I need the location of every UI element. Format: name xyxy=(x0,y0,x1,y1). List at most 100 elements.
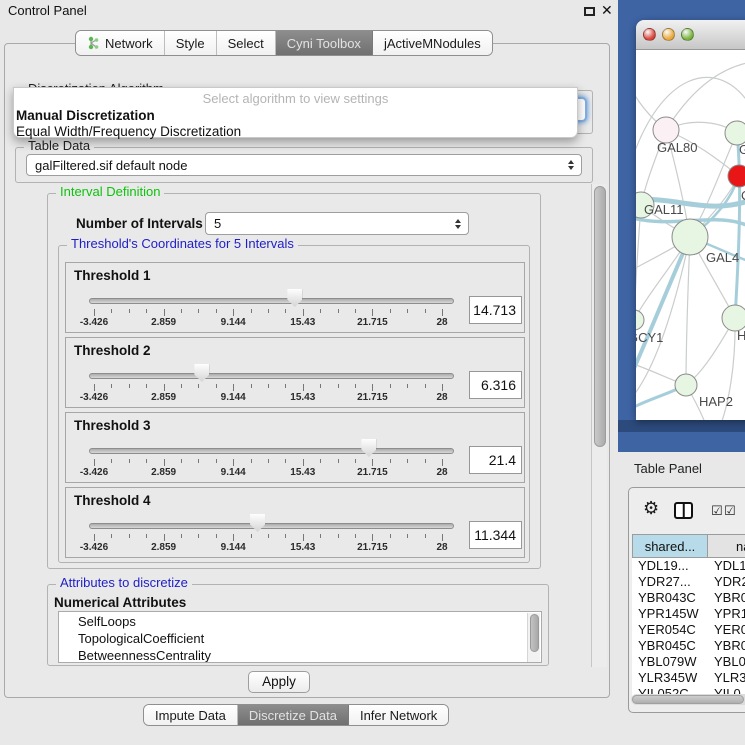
network-frame-shadow xyxy=(618,420,745,432)
list-item[interactable]: BetweennessCentrality xyxy=(78,648,211,663)
slider-tick xyxy=(372,459,373,466)
threshold-value-field[interactable]: 14.713 xyxy=(469,296,522,324)
column-header-name[interactable]: na xyxy=(708,534,745,558)
slider-tick xyxy=(303,384,304,391)
table-row[interactable]: YDR27...YDR2 xyxy=(632,574,745,590)
threshold-label: Threshold 2 xyxy=(74,343,151,358)
table-panel-title: Table Panel xyxy=(634,461,702,476)
slider-tick-label: 2.859 xyxy=(151,467,176,478)
table-row[interactable]: YPR145WYPR1 xyxy=(632,606,745,622)
network-canvas-area[interactable]: GAL80GACGAL11GAL4GCY1HHAP2 xyxy=(636,50,745,420)
gear-icon[interactable]: ⚙ xyxy=(643,499,659,517)
slider-tick xyxy=(129,309,130,313)
traffic-light-zoom-icon[interactable] xyxy=(681,28,694,41)
threshold-value-field[interactable]: 6.316 xyxy=(469,371,522,399)
slider-track[interactable] xyxy=(89,448,454,454)
slider-tick-label: -3.426 xyxy=(80,467,108,478)
cell-name: YBR0 xyxy=(708,590,745,606)
traffic-light-close-icon[interactable] xyxy=(643,28,656,41)
table-data-combo[interactable]: galFiltered.sif default node xyxy=(26,154,582,176)
num-intervals-combo[interactable]: 5 xyxy=(205,212,469,235)
table-row[interactable]: YLR345WYLR3 xyxy=(632,670,745,686)
slider-tick xyxy=(355,459,356,463)
checkbox-icon[interactable]: ☑ xyxy=(711,504,723,517)
threshold-box: Threshold 3-3.4262.8599.14415.4321.71528… xyxy=(65,412,525,483)
slider-thumb[interactable] xyxy=(287,289,302,307)
network-node-label: GAL4 xyxy=(706,250,739,265)
split-columns-icon[interactable] xyxy=(674,502,693,519)
network-node-gal4[interactable] xyxy=(672,219,708,255)
network-node-hap2[interactable] xyxy=(675,374,697,396)
slider-tick xyxy=(198,384,199,388)
list-item[interactable]: TopologicalCoefficient xyxy=(78,631,204,646)
slider-tick xyxy=(111,309,112,313)
network-edge xyxy=(686,237,690,385)
network-graph: GAL80GACGAL11GAL4GCY1HHAP2 xyxy=(636,50,745,420)
list-item[interactable]: SelfLoops xyxy=(78,614,136,629)
table-row[interactable]: YBR045CYBR0 xyxy=(632,638,745,654)
apply-button[interactable]: Apply xyxy=(248,671,310,693)
tab-cyni-toolbox[interactable]: Cyni Toolbox xyxy=(276,31,373,55)
slider-thumb[interactable] xyxy=(194,364,209,382)
group-title: Interval Definition xyxy=(56,185,164,199)
cell-shared-name: YBL079W xyxy=(632,654,708,670)
settings-scrollbar[interactable] xyxy=(591,184,607,667)
table-row[interactable]: YBL079WYBL0 xyxy=(632,654,745,670)
network-node-highlighted-red[interactable] xyxy=(728,165,745,187)
network-node-label: GAL11 xyxy=(644,202,684,217)
tab-infer-network[interactable]: Infer Network xyxy=(349,705,448,725)
table-hscrollbar-thumb[interactable] xyxy=(632,695,744,704)
slider-thumb[interactable] xyxy=(361,439,376,457)
threshold-box: Threshold 4-3.4262.8599.14415.4321.71528… xyxy=(65,487,525,558)
slider-tick xyxy=(251,384,252,388)
panel-title: Control Panel xyxy=(8,3,87,18)
threshold-label: Threshold 1 xyxy=(74,268,151,283)
slider-tick xyxy=(146,534,147,538)
column-header-shared[interactable]: shared... xyxy=(632,534,708,558)
settings-scrollbar-thumb[interactable] xyxy=(594,186,606,447)
slider-tick xyxy=(425,459,426,463)
slider-tick xyxy=(442,459,443,466)
threshold-value-field[interactable]: 11.344 xyxy=(469,521,522,549)
attributes-list[interactable]: SelfLoops TopologicalCoefficient Betweenne… xyxy=(58,611,542,663)
cell-name: YDL1 xyxy=(708,558,745,574)
float-window-icon[interactable] xyxy=(584,7,595,16)
group-title: Threshold's Coordinates for 5 Intervals xyxy=(67,237,298,251)
tab-style[interactable]: Style xyxy=(165,31,217,55)
attributes-scrollbar[interactable] xyxy=(527,613,540,663)
popup-option-equal-width-frequency-discretization[interactable]: Equal Width/Frequency Discretization xyxy=(16,124,241,139)
table-hscrollbar[interactable] xyxy=(631,694,745,705)
network-window: GAL80GACGAL11GAL4GCY1HHAP2 xyxy=(636,20,745,420)
slider-tick xyxy=(390,534,391,538)
slider-track[interactable] xyxy=(89,373,454,379)
popup-option-manual-discretization[interactable]: Manual Discretization xyxy=(16,108,155,123)
slider-tick xyxy=(338,309,339,313)
table-data-combo-value: galFiltered.sif default node xyxy=(35,158,187,173)
slider-tick xyxy=(216,309,217,313)
slider-track[interactable] xyxy=(89,523,454,529)
slider-tick xyxy=(372,534,373,541)
tab-jactivemnodules[interactable]: jActiveMNodules xyxy=(373,31,492,55)
cell-name: YBL0 xyxy=(708,654,745,670)
checkbox-icon[interactable]: ☑ xyxy=(724,504,736,517)
tab-discretize-data[interactable]: Discretize Data xyxy=(238,705,349,725)
slider-tick xyxy=(233,534,234,541)
network-window-titlebar[interactable] xyxy=(636,20,745,50)
table-row[interactable]: YER054CYER0 xyxy=(632,622,745,638)
bottom-tab-bar: Impute DataDiscretize DataInfer Network xyxy=(143,704,449,726)
traffic-light-minimize-icon[interactable] xyxy=(662,28,675,41)
tab-select[interactable]: Select xyxy=(217,31,276,55)
slider-tick-label: -3.426 xyxy=(80,317,108,328)
threshold-value-field[interactable]: 21.4 xyxy=(469,446,522,474)
tab-impute-data[interactable]: Impute Data xyxy=(144,705,238,725)
tab-network[interactable]: Network xyxy=(76,31,165,55)
table-row[interactable]: YDL19...YDL1 xyxy=(632,558,745,574)
threshold-label: Threshold 4 xyxy=(74,493,151,508)
slider-track[interactable] xyxy=(89,298,454,304)
table-row[interactable]: YBR043CYBR0 xyxy=(632,590,745,606)
close-icon[interactable]: ✕ xyxy=(601,2,613,19)
attributes-scrollbar-thumb[interactable] xyxy=(530,614,539,652)
network-node-gcy1[interactable] xyxy=(636,310,644,330)
slider-tick xyxy=(407,534,408,538)
slider-thumb[interactable] xyxy=(250,514,265,532)
